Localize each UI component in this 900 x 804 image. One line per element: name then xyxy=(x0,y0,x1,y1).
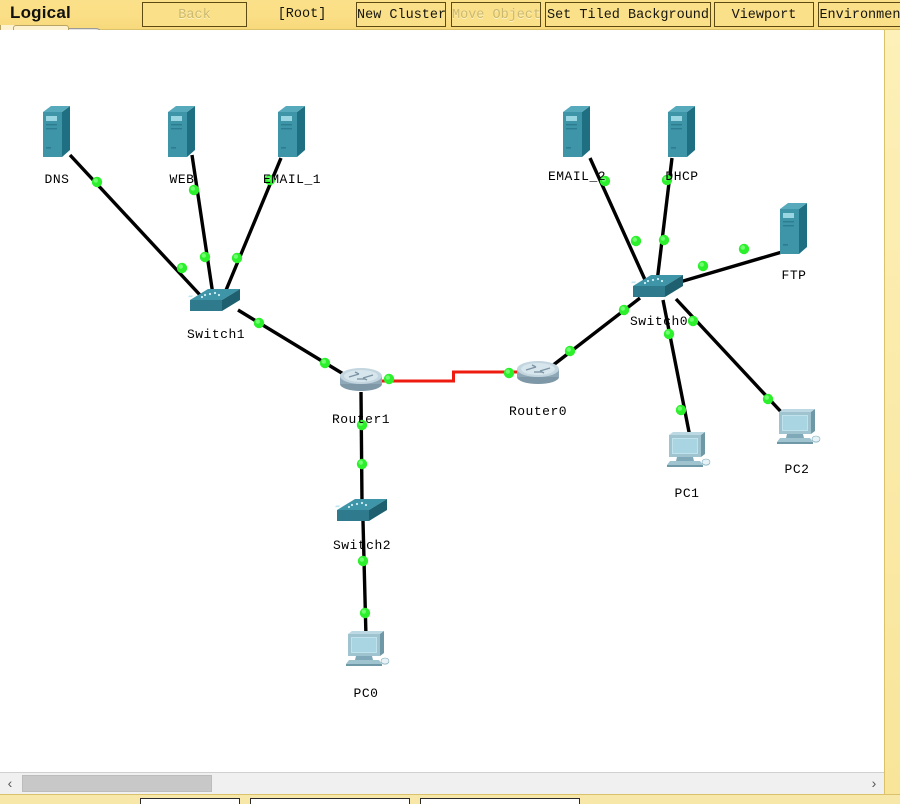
device-label-router0: Router0 xyxy=(508,404,568,419)
toolbar-button-root[interactable]: [Root] xyxy=(252,2,352,27)
link-status-dot xyxy=(675,404,687,416)
link-status-dot xyxy=(738,243,750,255)
link-status-dot xyxy=(319,357,331,369)
server-icon xyxy=(278,106,305,157)
link-status-dot xyxy=(357,555,369,567)
workspace-toolbar: Logical Back [Root] New Cluster Move Object… xyxy=(0,0,900,30)
link-status-dot xyxy=(564,345,576,357)
router-icon xyxy=(517,361,559,384)
toolbar-button-move-object: Move Object xyxy=(451,2,541,27)
link-status-dot xyxy=(176,262,188,274)
device-label-pc1: PC1 xyxy=(674,486,700,501)
device-label-dhcp: DHCP xyxy=(665,169,699,184)
link-status-dot xyxy=(687,315,699,327)
switch-icon xyxy=(188,289,240,311)
scroll-right-icon[interactable]: › xyxy=(864,773,884,794)
device-label-email_2: EMAIL_2 xyxy=(547,169,607,184)
pc-icon xyxy=(667,432,711,467)
toolbar-button-new-cluster[interactable]: New Cluster xyxy=(356,2,446,27)
device-label-dns: DNS xyxy=(44,172,70,187)
switch-icon xyxy=(631,275,683,297)
link-status-dot xyxy=(697,260,709,272)
router-icon xyxy=(340,368,382,391)
server-icon xyxy=(168,106,195,157)
toolbar-button-viewport[interactable]: Viewport xyxy=(714,2,814,27)
pc-icon xyxy=(777,409,821,444)
server-icon xyxy=(668,106,695,157)
server-icon xyxy=(780,203,807,254)
bottom-box-2 xyxy=(250,798,410,804)
scroll-left-icon[interactable]: ‹ xyxy=(0,773,20,794)
server-icon xyxy=(563,106,590,157)
link-status-dot xyxy=(762,393,774,405)
link-status-dot xyxy=(503,367,515,379)
link-status-dot xyxy=(91,176,103,188)
link-status-dot xyxy=(356,458,368,470)
horizontal-scrollbar[interactable]: ‹ › xyxy=(0,772,884,794)
bottom-box-1 xyxy=(140,798,240,804)
link-status-dot xyxy=(231,252,243,264)
device-label-switch0: Switch0 xyxy=(629,314,689,329)
switch-icon xyxy=(335,499,387,521)
link-Router1-Router0[interactable] xyxy=(382,370,517,383)
link-status-dot xyxy=(359,607,371,619)
link-Router1-Switch2[interactable] xyxy=(359,391,364,504)
device-label-ftp: FTP xyxy=(781,268,807,283)
device-label-pc0: PC0 xyxy=(353,686,379,701)
device-label-web: WEB xyxy=(169,172,195,187)
device-label-pc2: PC2 xyxy=(784,462,810,477)
link-status-dot xyxy=(383,373,395,385)
pc-icon xyxy=(346,631,390,666)
bottom-panel-edge xyxy=(0,794,900,804)
device-label-email_1: EMAIL_1 xyxy=(262,172,322,187)
packet-tracer-window: Logical Back [Root] New Cluster Move Object… xyxy=(0,0,900,804)
toolbar-button-environment[interactable]: Environment xyxy=(818,2,900,27)
link-status-dot xyxy=(253,317,265,329)
bottom-box-3 xyxy=(420,798,580,804)
toolbar-button-back: Back xyxy=(142,2,247,27)
link-status-dot xyxy=(663,328,675,340)
vertical-scrollbar[interactable] xyxy=(884,30,900,794)
link-status-dot xyxy=(630,235,642,247)
link-layer xyxy=(68,153,786,638)
link-status-dot xyxy=(658,234,670,246)
link-FTP-Switch0[interactable] xyxy=(672,250,783,286)
horizontal-scrollbar-thumb[interactable] xyxy=(22,775,212,792)
toolbar-button-set-tiled-background[interactable]: Set Tiled Background xyxy=(545,2,711,27)
device-label-switch1: Switch1 xyxy=(186,327,246,342)
link-WEB-Switch1[interactable] xyxy=(190,154,215,296)
device-label-router1: Router1 xyxy=(331,412,391,427)
logical-workspace-canvas[interactable]: DNS WEB EMAIL_1 EMAIL_2 DHCP FTP Switch1… xyxy=(0,30,884,770)
link-status-dot xyxy=(199,251,211,263)
link-status-dot xyxy=(618,304,630,316)
server-icon xyxy=(43,106,70,157)
device-label-switch2: Switch2 xyxy=(332,538,392,553)
